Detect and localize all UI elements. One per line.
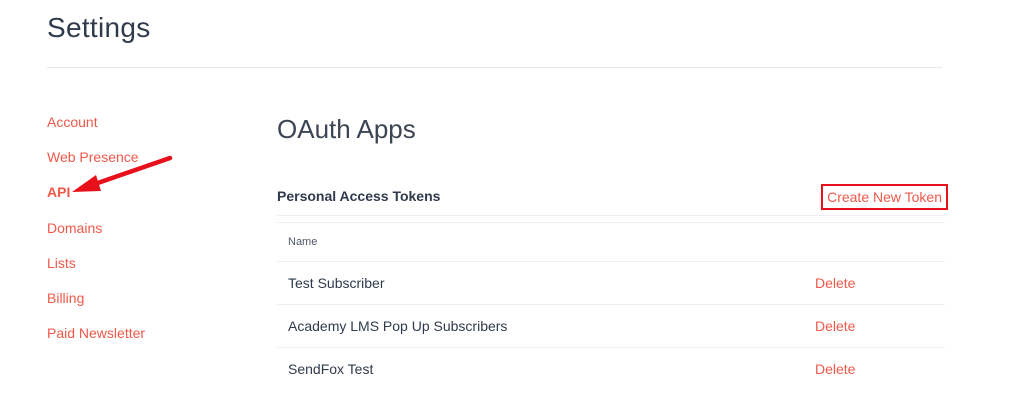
header-divider [47, 67, 942, 68]
annotation-arrow-icon [72, 155, 173, 192]
token-name: SendFox Test [288, 361, 374, 377]
tokens-table: Name Test Subscriber Delete Academy LMS … [277, 223, 945, 391]
sidebar-item-account[interactable]: Account [47, 112, 217, 147]
delete-link[interactable]: Delete [815, 348, 855, 391]
table-row: Academy LMS Pop Up Subscribers Delete [277, 305, 945, 348]
sidebar-item-domains[interactable]: Domains [47, 218, 217, 253]
tokens-title: Personal Access Tokens [277, 188, 441, 204]
sidebar-item-paid-newsletter[interactable]: Paid Newsletter [47, 323, 217, 358]
token-name: Test Subscriber [288, 275, 385, 291]
tokens-header: Personal Access Tokens Create New Token [277, 184, 948, 214]
token-name: Academy LMS Pop Up Subscribers [288, 318, 508, 334]
table-row: Test Subscriber Delete [277, 262, 945, 305]
section-title: OAuth Apps [277, 114, 416, 144]
divider [277, 215, 945, 216]
table-row: SendFox Test Delete [277, 348, 945, 391]
delete-link[interactable]: Delete [815, 262, 855, 305]
page-title: Settings [47, 12, 151, 43]
sidebar-item-lists[interactable]: Lists [47, 253, 217, 288]
settings-sidebar: Account Web Presence API Domains Lists B… [47, 112, 217, 358]
create-new-token-button[interactable]: Create New Token [821, 184, 948, 210]
column-header-name: Name [277, 223, 945, 262]
sidebar-item-billing[interactable]: Billing [47, 288, 217, 323]
delete-link[interactable]: Delete [815, 305, 855, 348]
